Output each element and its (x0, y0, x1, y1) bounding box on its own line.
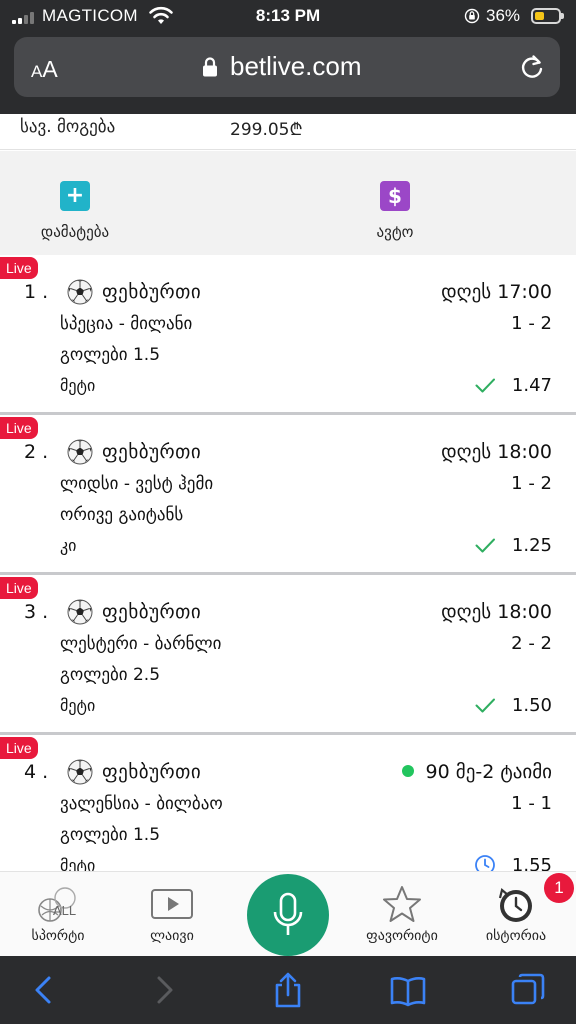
potential-win-label: სავ. მოგება (20, 117, 116, 137)
match-time: დღეს 18:00 (441, 441, 552, 463)
clock-icon (475, 855, 495, 871)
bet-odds: 1.50 (511, 695, 552, 716)
nav-sports-label: სპორტი (31, 928, 85, 944)
svg-text:ALL: ALL (53, 903, 76, 918)
sport-name: ფეხბურთი (102, 441, 202, 463)
text-size-button[interactable]: AA (31, 56, 58, 83)
add-bet-label: დამატება (40, 223, 110, 241)
match-time: დღეს 17:00 (441, 281, 552, 303)
match-score: 2 - 2 (511, 633, 552, 654)
bet-item[interactable]: Live 3 . ფეხბურთი დღეს 18:00 ლესტერი - ბ… (0, 575, 576, 735)
bet-list: Live 1 . ფეხბურთი დღეს 17:00 სპეცია - მი… (0, 255, 576, 871)
bookmarks-icon[interactable] (390, 972, 426, 1008)
bet-pick: მეტი (60, 696, 96, 715)
soccer-ball-icon (67, 759, 93, 785)
live-indicator-dot (401, 764, 414, 777)
bet-market: გოლები 1.5 (60, 345, 161, 365)
bet-pick: მეტი (60, 856, 96, 871)
nav-history-label: ისტორია (485, 928, 547, 944)
bet-actions: + დამატება $ ავტო (0, 151, 576, 255)
bet-number: 3 . (24, 601, 49, 623)
dollar-icon: $ (380, 181, 410, 211)
add-bet-button[interactable]: + დამატება (30, 181, 120, 241)
video-play-icon (151, 889, 193, 919)
nav-favorites[interactable]: ფავორიტი (352, 872, 452, 957)
live-badge: Live (0, 417, 38, 439)
match-score: 1 - 2 (511, 313, 552, 334)
share-icon[interactable] (270, 972, 306, 1008)
auto-bet-label: ავტო (376, 223, 414, 241)
lock-icon (203, 57, 217, 77)
browser-chrome: AA betlive.com (0, 34, 576, 114)
sport-name: ფეხბურთი (102, 761, 202, 783)
match-teams: ვალენსია - ბილბაო (60, 794, 223, 814)
soccer-ball-icon (67, 439, 93, 465)
live-badge: Live (0, 257, 38, 279)
match-time: 90 მე-2 ტაიმი (401, 761, 552, 783)
nav-live[interactable]: ლაივი (122, 872, 222, 957)
forward-icon[interactable] (146, 972, 182, 1008)
battery-icon (531, 8, 564, 24)
bet-odds: 1.55 (511, 855, 552, 871)
microphone-icon (273, 892, 303, 935)
bet-market: გოლები 2.5 (60, 665, 161, 685)
battery-percent: 36% (486, 6, 521, 25)
safari-toolbar (0, 956, 576, 1024)
tabs-icon[interactable] (510, 972, 546, 1008)
match-score: 1 - 2 (511, 473, 552, 494)
live-badge: Live (0, 577, 38, 599)
nav-live-label: ლაივი (150, 928, 194, 944)
soccer-ball-icon (67, 599, 93, 625)
potential-win-row: სავ. მოგება 299.05₾ (0, 114, 576, 150)
match-teams: სპეცია - მილანი (60, 314, 193, 334)
orientation-lock-icon (464, 8, 480, 24)
bet-number: 2 . (24, 441, 49, 463)
bet-market: გოლები 1.5 (60, 825, 161, 845)
plus-icon: + (60, 181, 90, 211)
match-score: 1 - 1 (511, 793, 552, 814)
bet-pick: მეტი (60, 376, 96, 395)
checkmark-icon (474, 694, 496, 716)
bet-number: 4 . (24, 761, 49, 783)
url-text[interactable]: betlive.com (230, 51, 362, 82)
match-time: დღეს 18:00 (441, 601, 552, 623)
checkmark-icon (474, 534, 496, 556)
bet-odds: 1.47 (511, 375, 552, 396)
bet-item[interactable]: Live 2 . ფეხბურთი დღეს 18:00 ლიდსი - ვეს… (0, 415, 576, 575)
history-notification-badge: 1 (544, 873, 574, 903)
history-clock-icon (498, 888, 532, 922)
star-icon (383, 886, 421, 922)
checkmark-icon (474, 374, 496, 396)
match-teams: ლიდსი - ვესტ ჰემი (60, 474, 214, 494)
address-bar[interactable]: AA betlive.com (14, 37, 560, 97)
bet-market: ორივე გაიტანს (60, 505, 184, 525)
app-bottom-nav: ALL სპორტი ლაივი ფავორიტი ისტორია (0, 871, 576, 956)
voice-search-button[interactable] (247, 874, 329, 956)
all-sports-icon: ALL (38, 887, 76, 922)
nav-favorites-label: ფავორიტი (366, 928, 438, 944)
sport-name: ფეხბურთი (102, 601, 202, 623)
status-bar: MAGTICOM 8:13 PM 36% (0, 0, 576, 34)
sport-name: ფეხბურთი (102, 281, 202, 303)
live-badge: Live (0, 737, 38, 759)
back-icon[interactable] (26, 972, 62, 1008)
bet-item[interactable]: Live 1 . ფეხბურთი დღეს 17:00 სპეცია - მი… (0, 255, 576, 415)
match-teams: ლესტერი - ბარნლი (60, 634, 222, 654)
bet-number: 1 . (24, 281, 49, 303)
nav-sports[interactable]: ALL სპორტი (8, 872, 108, 957)
auto-bet-button[interactable]: $ ავტო (350, 181, 440, 241)
reload-icon[interactable] (518, 53, 546, 81)
potential-win-value: 299.05₾ (230, 120, 303, 140)
bet-item[interactable]: Live 4 . ფეხბურთი 90 მე-2 ტაიმი ვალენსია… (0, 735, 576, 871)
bet-odds: 1.25 (511, 535, 552, 556)
bet-pick: კი (60, 536, 77, 555)
soccer-ball-icon (67, 279, 93, 305)
